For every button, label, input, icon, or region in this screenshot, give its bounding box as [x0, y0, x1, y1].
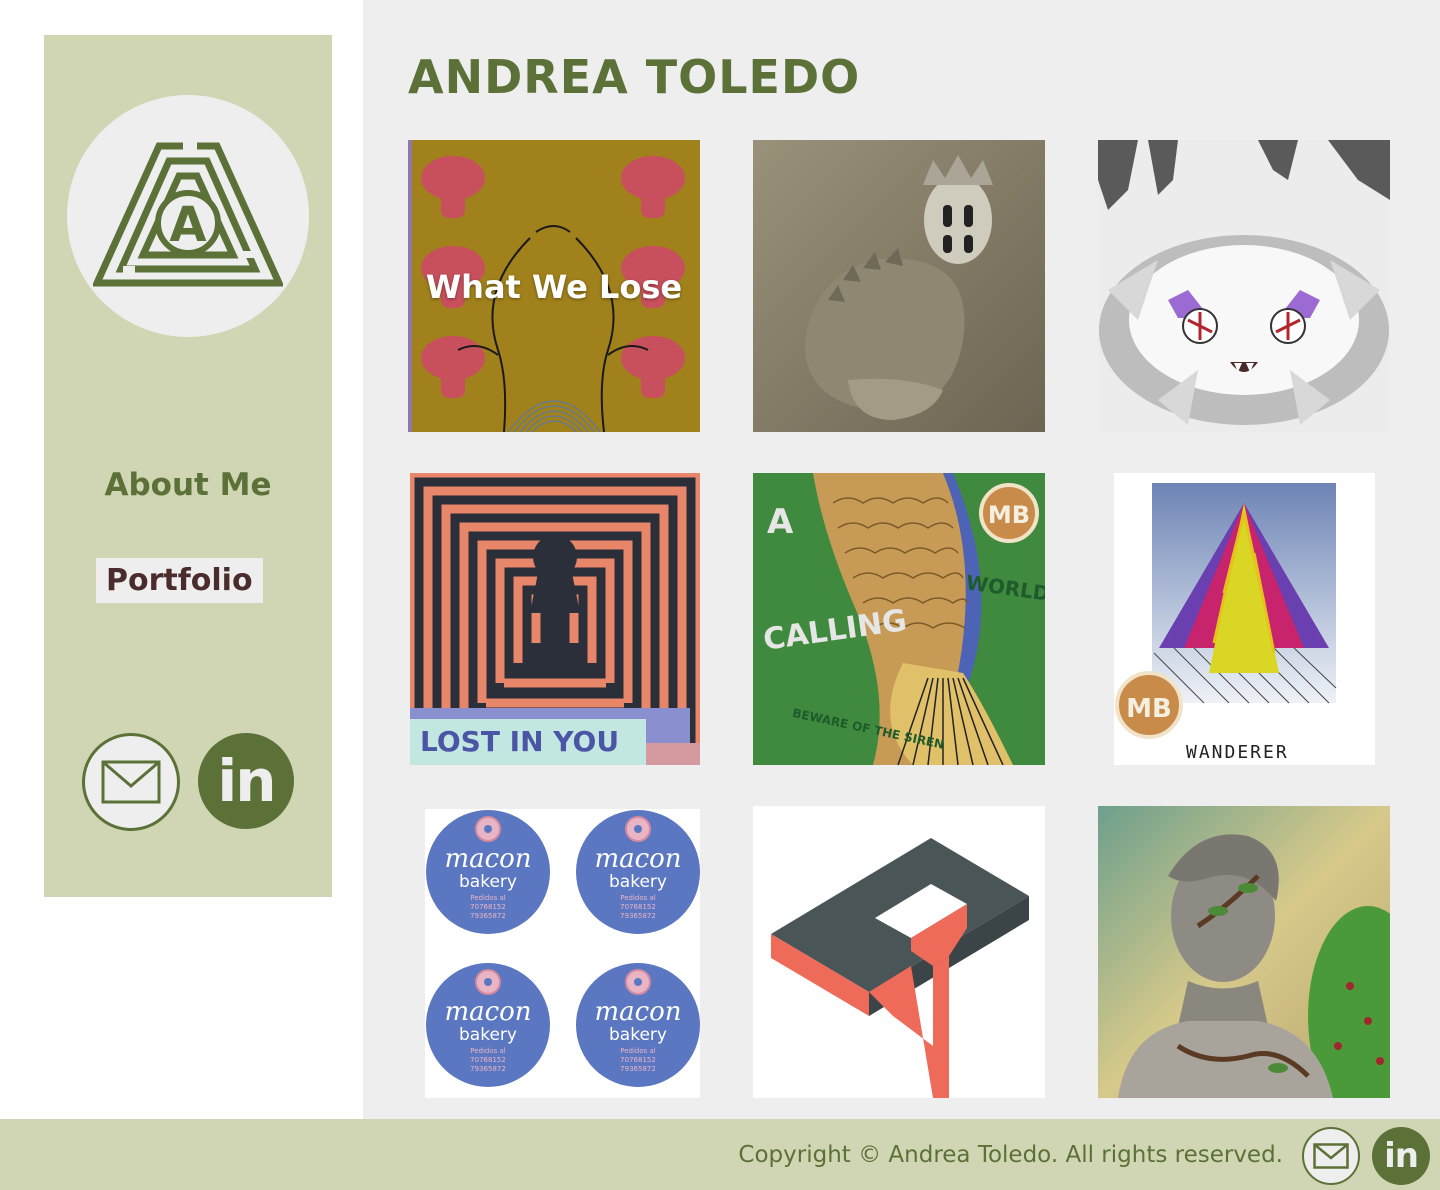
- lost-in-you-image: LOST IN YOU: [410, 473, 700, 765]
- svg-text:MB: MB: [1126, 694, 1172, 724]
- wanderer-caption: WANDERER: [1186, 742, 1289, 763]
- pedidos-label-4: Pedidos al: [620, 1047, 656, 1055]
- gallery-item-a-calling[interactable]: MB A CALLING WORLD TOUR BEWARE OF THE SI…: [753, 473, 1045, 765]
- pedidos-label-1: Pedidos al: [470, 894, 506, 902]
- gallery-item-macon-bakery[interactable]: macon macon macon macon bakery bakery ba…: [425, 809, 700, 1098]
- sidebar: A About Me Portfolio in: [44, 35, 332, 897]
- copyright-text: Copyright © Andrea Toledo. All rights re…: [738, 1142, 1283, 1168]
- maze-a-logo-icon: A: [93, 141, 283, 287]
- a-calling-image: MB A CALLING WORLD TOUR BEWARE OF THE SI…: [753, 473, 1045, 765]
- nav-portfolio[interactable]: Portfolio: [96, 558, 263, 603]
- gallery-item-grey-figure-painting[interactable]: [1098, 806, 1390, 1098]
- furry-creature-image: [1098, 140, 1390, 432]
- bakery-label-3: bakery: [459, 1025, 517, 1045]
- macon-bakery-image: macon macon macon macon bakery bakery ba…: [425, 809, 700, 1098]
- phone-3a: 70768152: [470, 1056, 506, 1064]
- pedidos-label-3: Pedidos al: [470, 1047, 506, 1055]
- isometric-at-image: [753, 806, 1045, 1098]
- macon-label-4: macon: [594, 997, 681, 1027]
- tile-overlay-title: What We Lose: [425, 268, 683, 306]
- logo[interactable]: A: [67, 95, 309, 337]
- gallery-item-what-we-lose[interactable]: What We Lose: [408, 140, 700, 432]
- social-links: in: [82, 733, 294, 831]
- macon-label-1: macon: [444, 844, 531, 874]
- svg-text:A: A: [169, 197, 206, 253]
- svg-text:MB: MB: [988, 501, 1030, 529]
- footer: Copyright © Andrea Toledo. All rights re…: [0, 1119, 1440, 1190]
- gallery-item-wanderer[interactable]: MB WANDERER: [1114, 473, 1375, 765]
- mail-icon[interactable]: [82, 733, 180, 831]
- nav-about-me[interactable]: About Me: [44, 467, 332, 503]
- gallery-item-lost-in-you[interactable]: LOST IN YOU: [410, 473, 700, 765]
- phone-2a: 70768152: [620, 903, 656, 911]
- macon-label-2: macon: [594, 844, 681, 874]
- gallery-item-isometric-at-logo[interactable]: [753, 806, 1045, 1098]
- phone-1b: 79365872: [470, 912, 506, 920]
- phone-4a: 70768152: [620, 1056, 656, 1064]
- gallery-item-furry-creature[interactable]: [1098, 140, 1390, 432]
- bakery-label-4: bakery: [609, 1025, 667, 1045]
- wanderer-image: MB WANDERER: [1114, 473, 1375, 765]
- footer-social-links: in: [1302, 1127, 1430, 1185]
- grey-figure-image: [1098, 806, 1390, 1098]
- gallery-item-crowned-figure[interactable]: [753, 140, 1045, 432]
- page-title: ANDREA TOLEDO: [408, 50, 861, 104]
- phone-2b: 79365872: [620, 912, 656, 920]
- phone-3b: 79365872: [470, 1065, 506, 1073]
- bakery-label-1: bakery: [459, 872, 517, 892]
- main-content: ANDREA TOLEDO What We Lose LOST IN YOU M…: [363, 0, 1440, 1119]
- phone-1a: 70768152: [470, 903, 506, 911]
- footer-mail-icon[interactable]: [1302, 1127, 1360, 1185]
- pedidos-label-2: Pedidos al: [620, 894, 656, 902]
- crowned-figure-image: [753, 140, 1045, 432]
- lost-in-you-caption: LOST IN YOU: [420, 725, 619, 758]
- phone-4b: 79365872: [620, 1065, 656, 1073]
- a-calling-caption-a: A: [767, 502, 794, 542]
- linkedin-icon[interactable]: in: [198, 733, 294, 829]
- bakery-label-2: bakery: [609, 872, 667, 892]
- footer-linkedin-icon[interactable]: in: [1372, 1127, 1430, 1185]
- macon-label-3: macon: [444, 997, 531, 1027]
- page: A About Me Portfolio in ANDREA TOLEDO Wh…: [0, 0, 1440, 1190]
